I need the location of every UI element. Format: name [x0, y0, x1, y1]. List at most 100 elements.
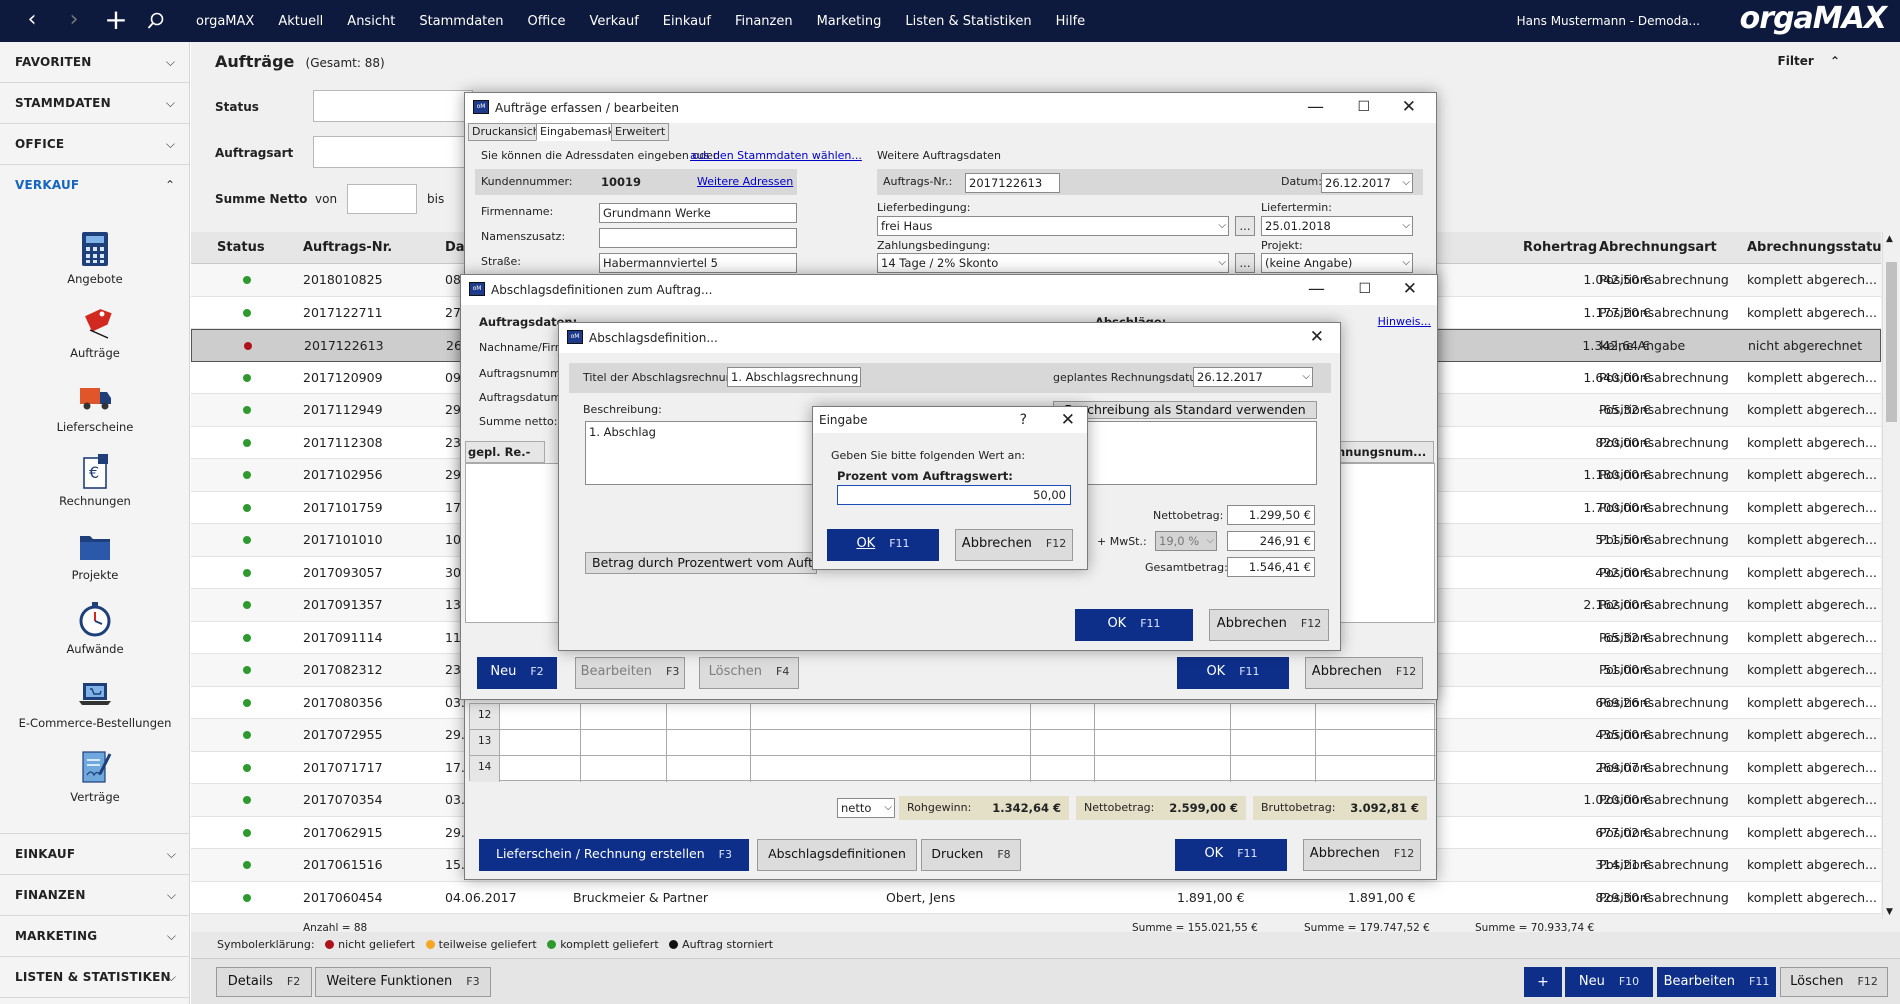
sidebar-app-projekte[interactable]: Projekte — [0, 526, 190, 582]
menu-marketing[interactable]: Marketing — [817, 0, 882, 42]
menu-ansicht[interactable]: Ansicht — [347, 0, 395, 42]
netto-input[interactable]: 1.299,50 € — [1227, 505, 1315, 525]
close-icon[interactable]: ✕ — [1310, 323, 1324, 351]
netto-brutto-select[interactable]: netto ⌵ — [837, 798, 895, 818]
dlg2-ok-button[interactable]: OK F11 — [1177, 657, 1289, 689]
abschlagsdefinitionen-button[interactable]: Abschlagsdefinitionen — [757, 839, 917, 871]
col-abrechnungsart[interactable]: Abrechnungsart — [1599, 232, 1717, 264]
minimize-icon[interactable]: — — [1307, 93, 1324, 121]
menu-hilfe[interactable]: Hilfe — [1056, 0, 1086, 42]
search-icon[interactable] — [138, 0, 174, 42]
drucken-button[interactable]: Drucken F8 — [921, 839, 1021, 871]
neu-button[interactable]: Neu F10 — [1565, 967, 1653, 997]
menu-aktuell[interactable]: Aktuell — [278, 0, 323, 42]
minimize-icon[interactable]: — — [1308, 275, 1325, 303]
sidebar-app-rechnungen[interactable]: € Rechnungen — [0, 452, 190, 508]
dlg4-abbrechen-button[interactable]: Abbrechen F12 — [955, 529, 1073, 561]
col-abrechnungsstatus[interactable]: Abrechnungsstatus — [1747, 232, 1889, 264]
lieferbedingung-select[interactable]: frei Haus ⌵ — [877, 216, 1229, 236]
auftragsart-filter-input[interactable] — [313, 136, 473, 168]
col-rohertrag[interactable]: Rohertrag — [1523, 232, 1597, 264]
tab-erweitert[interactable]: Erweitert — [611, 123, 670, 141]
dlg2-neu-button[interactable]: Neu F2 — [477, 657, 557, 689]
standard-beschreibung-button[interactable]: Beschreibung als Standard verwenden — [1053, 401, 1317, 419]
summe-netto-von-input[interactable] — [347, 184, 417, 214]
sidebar-app-auftraege[interactable]: Aufträge — [0, 304, 190, 360]
sidebar-app-e-commerce[interactable]: E-Commerce-Bestellungen — [0, 674, 190, 730]
liefertermin-input[interactable]: 25.01.2018 ⌵ — [1261, 216, 1413, 236]
datum-label: Datum: — [1281, 175, 1322, 188]
bearbeiten-button[interactable]: Bearbeiten F11 — [1657, 967, 1776, 997]
user-name[interactable]: Hans Mustermann - Demoda... — [1517, 0, 1700, 42]
sidebar-section-office[interactable]: OFFICE ⌵ — [0, 124, 189, 165]
auftragsnr-input[interactable]: 2017122613 — [965, 173, 1060, 193]
titel-input[interactable]: 1. Abschlagsrechnung — [727, 367, 861, 387]
zahlungsbedingung-more-button[interactable]: ... — [1235, 253, 1255, 273]
menu-listen-statistiken[interactable]: Listen & Statistiken — [905, 0, 1031, 42]
sidebar-section-einkauf[interactable]: EINKAUF ⌵ — [0, 834, 190, 875]
projekt-select[interactable]: (keine Angabe) ⌵ — [1261, 253, 1413, 273]
sidebar-app-lieferscheine[interactable]: Lieferscheine — [0, 378, 190, 434]
sidebar-app-angebote[interactable]: Angebote — [0, 230, 190, 286]
dlg2-abbrechen-button[interactable]: Abbrechen F12 — [1305, 657, 1423, 689]
maximize-icon[interactable]: ☐ — [1358, 275, 1371, 303]
col-rechnungsnummer[interactable]: hnungsnum... — [1334, 441, 1434, 463]
sidebar-section-favoriten[interactable]: FAVORITEN ⌵ — [0, 42, 189, 83]
vertical-scrollbar[interactable]: ▲ ▼ — [1882, 232, 1900, 919]
sidebar-section-marketing[interactable]: MARKETING ⌵ — [0, 916, 190, 957]
lieferschein-rechnung-erstellen-button[interactable]: Lieferschein / Rechnung erstellen F3 — [479, 839, 749, 871]
back-icon[interactable]: ‹ — [14, 0, 50, 42]
table-row[interactable]: 2017060454 04.06.2017 829,30 € Positionsabr… — [191, 881, 1881, 914]
dlg1-ok-button[interactable]: OK F11 — [1175, 839, 1287, 871]
details-button[interactable]: Details F2 — [216, 967, 312, 997]
col-gepl-re-datum[interactable]: gepl. Re.-Datum — [465, 441, 545, 479]
prozent-input[interactable]: 50,00 — [837, 485, 1071, 505]
lieferbedingung-more-button[interactable]: ... — [1235, 216, 1255, 236]
prozentwert-button[interactable]: Betrag durch Prozentwert vom Auftr — [585, 552, 817, 574]
hinweis-link[interactable]: Hinweis... — [1378, 315, 1431, 328]
help-icon[interactable]: ? — [1020, 407, 1027, 433]
sidebar-section-finanzen[interactable]: FINANZEN ⌵ — [0, 875, 190, 916]
menu-verkauf[interactable]: Verkauf — [589, 0, 638, 42]
weitere-funktionen-button[interactable]: Weitere Funktionen F3 — [315, 967, 491, 997]
sidebar-app-aufwaende[interactable]: Aufwände — [0, 600, 190, 656]
dlg2-loeschen-button[interactable]: Löschen F4 — [699, 657, 799, 689]
dlg3-ok-button[interactable]: OK F11 — [1075, 609, 1193, 641]
loeschen-button[interactable]: Löschen F12 — [1780, 967, 1888, 997]
datum-input[interactable]: 26.12.2017 ⌵ — [1321, 173, 1413, 193]
dlg2-bearbeiten-button[interactable]: Bearbeiten F3 — [575, 657, 685, 689]
sidebar-app-vertraege[interactable]: Verträge — [0, 748, 190, 804]
menu-orgamax[interactable]: orgaMAX — [196, 0, 254, 42]
menu-finanzen[interactable]: Finanzen — [735, 0, 793, 42]
mwst-input[interactable]: 246,91 € — [1227, 531, 1315, 551]
namenszusatz-input[interactable] — [599, 228, 797, 248]
forward-icon[interactable]: › — [56, 0, 92, 42]
dlg4-ok-button[interactable]: OK F11 — [827, 529, 939, 561]
menu-office[interactable]: Office — [528, 0, 566, 42]
weitere-adressen-link[interactable]: Weitere Adressen — [697, 175, 793, 188]
sidebar-section-stammdaten[interactable]: STAMMDATEN ⌵ — [0, 83, 189, 124]
col-status[interactable]: Status — [217, 232, 265, 264]
close-icon[interactable]: ✕ — [1402, 93, 1416, 121]
add-plus-button[interactable]: + — [1524, 967, 1562, 997]
close-icon[interactable]: ✕ — [1061, 407, 1075, 433]
maximize-icon[interactable]: ☐ — [1357, 93, 1370, 121]
zahlungsbedingung-select[interactable]: 14 Tage / 2% Skonto ⌵ — [877, 253, 1229, 273]
close-icon[interactable]: ✕ — [1403, 275, 1417, 303]
status-filter-input[interactable] — [313, 90, 473, 122]
sidebar-section-verkauf[interactable]: VERKAUF ⌃ — [0, 165, 189, 206]
dlg1-abbrechen-button[interactable]: Abbrechen F12 — [1303, 839, 1421, 871]
menu-stammdaten[interactable]: Stammdaten — [419, 0, 503, 42]
stammdaten-link[interactable]: aus den Stammdaten wählen... — [690, 149, 862, 162]
dlg3-abbrechen-button[interactable]: Abbrechen F12 — [1209, 609, 1329, 641]
strasse-input[interactable]: Habermannviertel 5 — [599, 253, 797, 273]
menu-einkauf[interactable]: Einkauf — [663, 0, 711, 42]
gesamt-input[interactable]: 1.546,41 € — [1227, 557, 1315, 577]
mwst-select[interactable]: 19,0 % ⌵ — [1155, 531, 1217, 551]
plus-icon[interactable]: + — [98, 0, 134, 42]
filter-toggle[interactable]: Filter ⌃ — [1778, 54, 1840, 68]
firmenname-input[interactable]: Grundmann Werke — [599, 203, 797, 223]
sidebar-section-listen[interactable]: LISTEN & STATISTIKEN ⌵ — [0, 957, 190, 998]
geplant-datum-select[interactable]: 26.12.2017 ⌵ — [1193, 367, 1313, 387]
col-auftrags-nr[interactable]: Auftrags-Nr. — [303, 232, 392, 264]
